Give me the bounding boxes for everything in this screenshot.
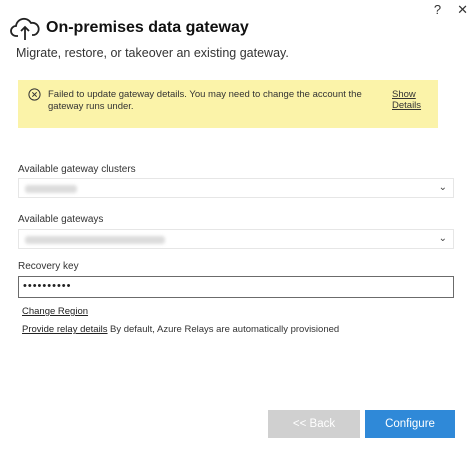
show-details-link[interactable]: Show Details [392,89,438,111]
error-circle-icon [28,88,41,101]
gateways-select-value [25,236,165,244]
warning-message: Failed to update gateway details. You ma… [48,89,362,112]
help-button[interactable]: ? [434,2,441,18]
cloud-upload-icon [10,17,40,40]
clusters-select-value [25,185,77,193]
recovery-key-label: Recovery key [18,261,79,272]
chevron-down-icon: ⌄ [438,182,447,193]
back-button[interactable]: << Back [268,410,360,438]
clusters-label: Available gateway clusters [18,164,136,175]
title-row: On-premises data gateway [10,14,249,42]
gateways-select[interactable]: ⌄ [18,229,454,249]
window-controls: ? ✕ [434,2,468,18]
close-button[interactable]: ✕ [457,2,468,18]
gateways-label: Available gateways [18,214,104,225]
clusters-select[interactable]: ⌄ [18,178,454,198]
page-subtitle: Migrate, restore, or takeover an existin… [16,46,289,60]
page-title: On-premises data gateway [46,19,249,36]
chevron-down-icon: ⌄ [438,233,447,244]
relay-details-link[interactable]: Provide relay details [22,324,108,335]
change-region-link[interactable]: Change Region [22,306,88,317]
recovery-key-input[interactable]: •••••••••• [18,276,454,298]
relay-note: By default, Azure Relays are automatical… [110,324,340,335]
configure-button[interactable]: Configure [365,410,455,438]
warning-banner: Failed to update gateway details. You ma… [18,80,438,128]
